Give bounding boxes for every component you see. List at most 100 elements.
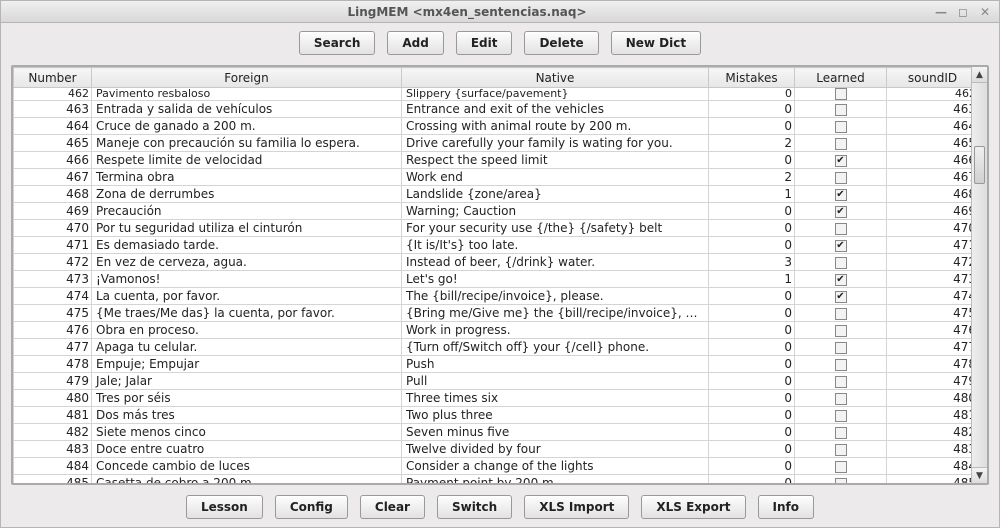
info-button[interactable]: Info xyxy=(758,495,814,519)
edit-button[interactable]: Edit xyxy=(456,31,513,55)
table-row[interactable]: 475{Me traes/Me das} la cuenta, por favo… xyxy=(14,305,972,322)
table-row[interactable]: 464Cruce de ganado a 200 m.Crossing with… xyxy=(14,118,972,135)
learned-checkbox[interactable] xyxy=(835,359,847,371)
table-row[interactable]: 466Respete limite de velocidadRespect th… xyxy=(14,152,972,169)
cell-native: Warning; Cauction xyxy=(402,203,709,220)
cell-mistakes: 0 xyxy=(709,288,795,305)
table-row[interactable]: 473¡Vamonos!Let's go!1✔473 xyxy=(14,271,972,288)
cell-native: Respect the speed limit xyxy=(402,152,709,169)
scroll-down-icon[interactable]: ▼ xyxy=(972,467,987,483)
minimize-icon[interactable]: — xyxy=(933,4,949,20)
col-mistakes[interactable]: Mistakes xyxy=(709,68,795,88)
table-row[interactable]: 479Jale; JalarPull0479 xyxy=(14,373,972,390)
table-row[interactable]: 483Doce entre cuatroTwelve divided by fo… xyxy=(14,441,972,458)
config-button[interactable]: Config xyxy=(275,495,348,519)
clear-button[interactable]: Clear xyxy=(360,495,425,519)
table-row[interactable]: 476Obra en proceso.Work in progress.0476 xyxy=(14,322,972,339)
table-row[interactable]: 484Concede cambio de lucesConsider a cha… xyxy=(14,458,972,475)
table-row[interactable]: 465Maneje con precaución su familia lo e… xyxy=(14,135,972,152)
cell-learned xyxy=(795,118,887,135)
lesson-button[interactable]: Lesson xyxy=(186,495,263,519)
learned-checkbox[interactable] xyxy=(835,376,847,388)
cell-native: Instead of beer, {/drink} water. xyxy=(402,254,709,271)
cell-number: 468 xyxy=(14,186,92,203)
top-toolbar: Search Add Edit Delete New Dict xyxy=(1,23,999,63)
table-row[interactable]: 469PrecauciónWarning; Cauction0✔469 xyxy=(14,203,972,220)
table-row[interactable]: 474La cuenta, por favor.The {bill/recipe… xyxy=(14,288,972,305)
cell-foreign: Doce entre cuatro xyxy=(92,441,402,458)
cell-soundid: 467 xyxy=(887,169,972,186)
cell-soundid: 470 xyxy=(887,220,972,237)
learned-checkbox[interactable] xyxy=(835,393,847,405)
learned-checkbox[interactable] xyxy=(835,172,847,184)
learned-checkbox[interactable] xyxy=(835,444,847,456)
learned-checkbox[interactable]: ✔ xyxy=(835,155,847,167)
learned-checkbox[interactable] xyxy=(835,257,847,269)
learned-checkbox[interactable] xyxy=(835,478,847,484)
learned-checkbox[interactable]: ✔ xyxy=(835,206,847,218)
learned-checkbox[interactable] xyxy=(835,138,847,150)
learned-checkbox[interactable] xyxy=(835,461,847,473)
cell-foreign: Casetta de cobro a 200 m. xyxy=(92,475,402,484)
switch-button[interactable]: Switch xyxy=(437,495,512,519)
learned-checkbox[interactable]: ✔ xyxy=(835,291,847,303)
xlsexport-button[interactable]: XLS Export xyxy=(641,495,745,519)
newdict-button[interactable]: New Dict xyxy=(611,31,701,55)
table-row[interactable]: 467Termina obraWork end2467 xyxy=(14,169,972,186)
learned-checkbox[interactable] xyxy=(835,342,847,354)
cell-native: Three times six xyxy=(402,390,709,407)
cell-learned: ✔ xyxy=(795,186,887,203)
col-learned[interactable]: Learned xyxy=(795,68,887,88)
xlsimport-button[interactable]: XLS Import xyxy=(524,495,629,519)
close-icon[interactable]: ✕ xyxy=(977,4,993,20)
scroll-up-icon[interactable]: ▲ xyxy=(972,67,987,83)
table-row[interactable]: 477Apaga tu celular.{Turn off/Switch off… xyxy=(14,339,972,356)
learned-checkbox[interactable] xyxy=(835,88,847,100)
table-row[interactable]: 463Entrada y salida de vehículosEntrance… xyxy=(14,101,972,118)
learned-checkbox[interactable] xyxy=(835,121,847,133)
col-soundid[interactable]: soundID xyxy=(887,68,972,88)
table-row[interactable]: 471Es demasiado tarde.{It is/It's} too l… xyxy=(14,237,972,254)
cell-foreign: En vez de cerveza, agua. xyxy=(92,254,402,271)
cell-mistakes: 0 xyxy=(709,373,795,390)
cell-soundid: 478 xyxy=(887,356,972,373)
cell-foreign: Dos más tres xyxy=(92,407,402,424)
table-row[interactable]: 480Tres por séisThree times six0480 xyxy=(14,390,972,407)
learned-checkbox[interactable]: ✔ xyxy=(835,240,847,252)
cell-native: For your security use {/the} {/safety} b… xyxy=(402,220,709,237)
learned-checkbox[interactable] xyxy=(835,104,847,116)
add-button[interactable]: Add xyxy=(387,31,443,55)
learned-checkbox[interactable] xyxy=(835,427,847,439)
maximize-icon[interactable]: ◻ xyxy=(955,4,971,20)
learned-checkbox[interactable] xyxy=(835,223,847,235)
cell-number: 483 xyxy=(14,441,92,458)
search-button[interactable]: Search xyxy=(299,31,375,55)
learned-checkbox[interactable]: ✔ xyxy=(835,189,847,201)
cell-soundid: 473 xyxy=(887,271,972,288)
table-row[interactable]: 462Pavimento resbalosoSlippery {surface/… xyxy=(14,88,972,101)
cell-mistakes: 0 xyxy=(709,203,795,220)
learned-checkbox[interactable] xyxy=(835,410,847,422)
col-foreign[interactable]: Foreign xyxy=(92,68,402,88)
cell-number: 476 xyxy=(14,322,92,339)
learned-checkbox[interactable] xyxy=(835,325,847,337)
vertical-scrollbar[interactable]: ▲ ▼ xyxy=(971,67,987,483)
col-native[interactable]: Native xyxy=(402,68,709,88)
table-row[interactable]: 472En vez de cerveza, agua.Instead of be… xyxy=(14,254,972,271)
cell-learned xyxy=(795,169,887,186)
learned-checkbox[interactable]: ✔ xyxy=(835,274,847,286)
col-number[interactable]: Number xyxy=(14,68,92,88)
cell-native: Crossing with animal route by 200 m. xyxy=(402,118,709,135)
table-row[interactable]: 482Siete menos cincoSeven minus five0482 xyxy=(14,424,972,441)
scroll-thumb[interactable] xyxy=(974,146,985,184)
table-row[interactable]: 478Empuje; EmpujarPush0478 xyxy=(14,356,972,373)
table-row[interactable]: 468Zona de derrumbesLandslide {zone/area… xyxy=(14,186,972,203)
table-row[interactable]: 470Por tu seguridad utiliza el cinturónF… xyxy=(14,220,972,237)
learned-checkbox[interactable] xyxy=(835,308,847,320)
delete-button[interactable]: Delete xyxy=(524,31,598,55)
table-row[interactable]: 485Casetta de cobro a 200 m.Payment poin… xyxy=(14,475,972,484)
cell-foreign: Siete menos cinco xyxy=(92,424,402,441)
cell-number: 465 xyxy=(14,135,92,152)
cell-learned xyxy=(795,356,887,373)
table-row[interactable]: 481Dos más tresTwo plus three0481 xyxy=(14,407,972,424)
